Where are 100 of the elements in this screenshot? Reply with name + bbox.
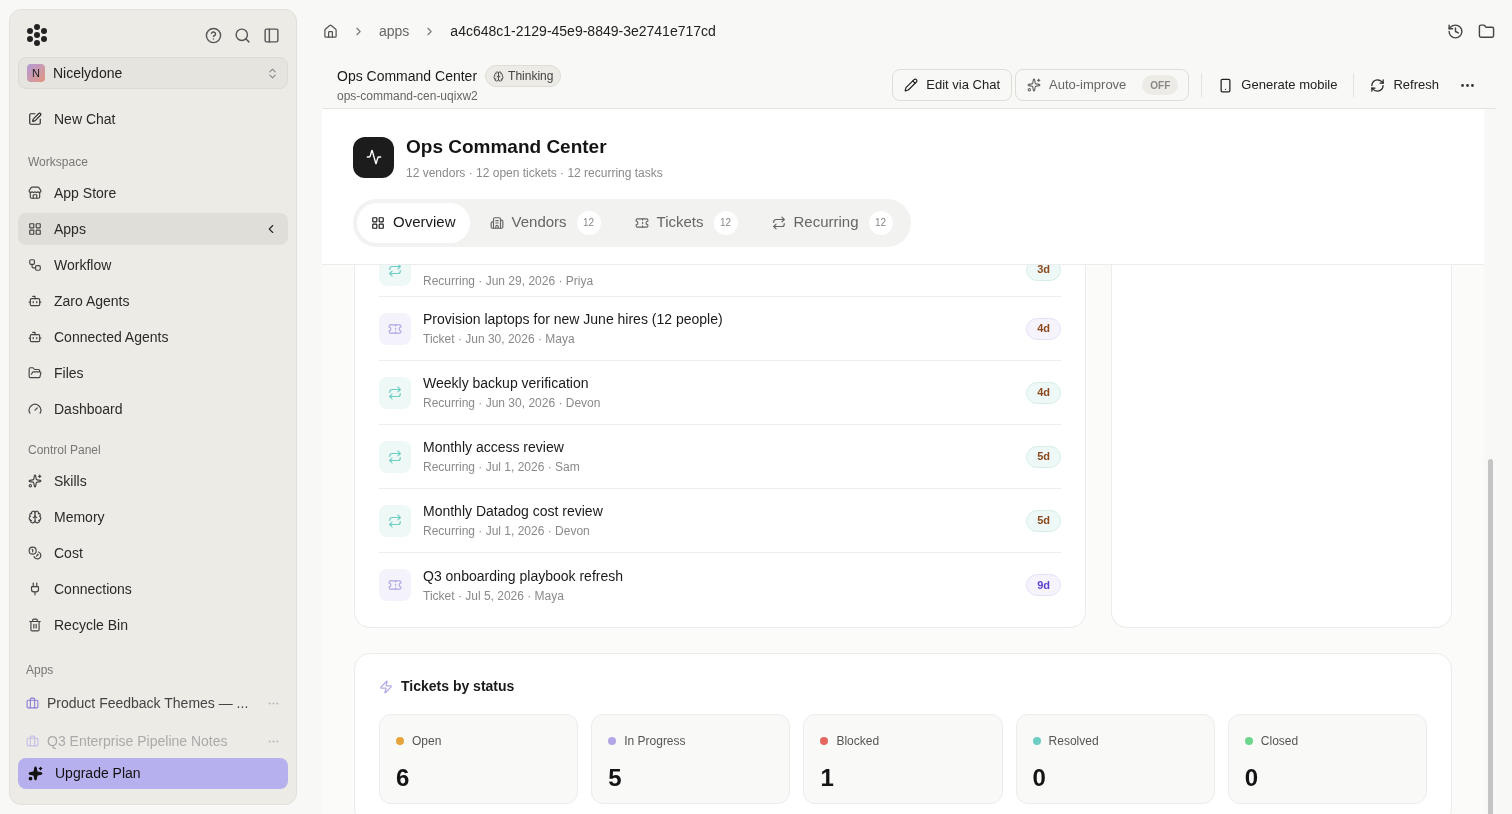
workflow-icon [28,258,42,272]
task-title: Monthly Datadog cost review [423,502,604,521]
store-icon [28,186,42,200]
coins-icon [28,546,42,560]
section-heading: Workspace [27,154,89,171]
tab-count: 12 [576,210,601,235]
bolt-icon [379,679,393,694]
history-icon[interactable] [1447,22,1464,40]
nav-item[interactable]: Cost [18,537,288,569]
section-heading: Apps [25,662,55,679]
thinking-badge: Thinking [485,65,562,87]
nav-item[interactable]: Connections [18,573,288,605]
sparkle-icon [28,766,43,781]
task-row[interactable]: Q3 onboarding playbook refresh Ticket · Jul 5, 2026 · Maya 9d [379,553,1061,617]
brain-icon [28,510,42,524]
section-title: Tickets by status [401,677,515,696]
nav-item[interactable]: Recycle Bin [18,609,288,641]
tab[interactable]: Recurring 12 [757,202,907,243]
task-title: Provision laptops for new June hires (12 people) [423,310,724,329]
status-label: Open [412,733,442,750]
trash-icon [28,618,42,632]
compose-icon [28,112,42,126]
status-count: 5 [608,763,623,793]
generate-mobile-button[interactable]: Generate mobile [1214,69,1342,101]
workspace-switcher[interactable]: N Nicelydone [18,57,288,89]
nav-item[interactable]: Skills [18,465,288,497]
breadcrumb-item: a4c648c1-2129-45e9-8849-3e2741e717cd [450,21,716,41]
nav-item[interactable]: Workflow [18,249,288,281]
status-label: In Progress [624,733,686,750]
auto-improve-button[interactable]: Auto-improve OFF [1015,69,1190,101]
tab[interactable]: Vendors 12 [475,202,615,243]
search-icon[interactable] [234,26,251,44]
due-badge: 5d [1026,445,1061,468]
repeat-glyph [388,513,402,528]
status-count: 6 [396,763,411,793]
workspace-avatar: N [27,64,45,82]
task-meta: Ticket · Jun 30, 2026 · Maya [423,331,576,348]
app-title: Ops Command Center [337,66,478,86]
new-chat-item[interactable]: New Chat [18,101,288,137]
robot-icon [28,294,42,308]
breadcrumb-item[interactable]: apps [379,20,410,42]
task-row[interactable]: Weekly backup verification Recurring · Jun 30, 2026 · Devon 4d [379,361,1061,425]
repeat-glyph [388,265,402,277]
due-badge: 4d [1026,381,1061,404]
logo-icon [26,24,48,46]
task-meta: Ticket · Jul 5, 2026 · Maya [423,587,565,605]
briefcase-icon [26,696,39,710]
toggle-state: OFF [1142,75,1179,95]
status-count: 0 [1032,763,1047,793]
briefcase-icon [26,734,39,748]
edit-via-chat-button[interactable]: Edit via Chat [892,69,1013,101]
task-title: Monthly access review [423,438,565,457]
task-title: Weekly backup verification [423,374,590,393]
status-count: 1 [820,763,835,793]
tab[interactable]: Overview [357,202,470,243]
pencil-icon [904,78,919,92]
status-label: Closed [1260,733,1299,750]
phone-icon [1218,77,1234,93]
tab[interactable]: Tickets 12 [620,202,752,243]
nav-item[interactable]: Dashboard [18,393,288,425]
ticket-glyph [388,321,402,336]
sparkles-icon [28,474,42,488]
tab-count: 12 [713,210,738,235]
app-item[interactable]: Product Feedback Themes — ... [18,687,288,719]
nav-item[interactable]: Zaro Agents [18,285,288,317]
brain-icon [493,70,505,82]
status-count: 0 [1244,763,1260,793]
nav-item[interactable]: App Store [18,177,288,209]
nav-item[interactable]: Connected Agents [18,321,288,353]
task-row[interactable]: Monthly access review Recurring · Jul 1, 2026 · Sam 5d [379,425,1061,489]
task-row[interactable]: Provision laptops for new June hires (12 people) Ticket · Jun 30, 2026 · Maya 4d [379,297,1061,361]
chevron-icon [266,66,279,80]
due-badge: 3d [1026,265,1061,281]
nav-item[interactable]: Apps [18,213,288,245]
gauge-icon [28,402,42,416]
ticket-glyph [388,578,402,592]
refresh-button[interactable]: Refresh [1366,69,1443,101]
sidebar-toggle-icon[interactable] [263,26,280,44]
help-icon[interactable] [205,26,222,44]
status-label: Blocked [836,733,880,750]
scrollbar-thumb[interactable] [1487,459,1493,814]
task-meta: Recurring · Jun 30, 2026 · Devon [423,395,602,412]
task-meta: Recurring · Jun 29, 2026 · Priya [423,272,595,290]
app-slug: ops-command-cen-uqixw2 [337,88,479,105]
sparkles-icon [1027,78,1042,92]
task-row[interactable]: Monthly Datadog cost review Recurring · Jul 1, 2026 · Devon 5d [379,489,1061,553]
home-icon[interactable] [323,23,338,39]
plug-icon [28,582,42,596]
upgrade-button[interactable]: Upgrade Plan [18,758,288,789]
due-badge: 5d [1026,509,1061,532]
folder-icon[interactable] [1478,22,1495,40]
pulse-glyph [365,149,382,166]
robot-icon [28,330,42,344]
task-meta: Recurring · Jul 1, 2026 · Sam [423,459,581,476]
repeat-glyph [388,385,402,400]
task-row[interactable]: Recurring · Jun 29, 2026 · Priya 3d [379,265,1061,297]
task-title: Q3 onboarding playbook refresh [423,566,625,586]
nav-item[interactable]: Memory [18,501,288,533]
status-label: Resolved [1048,733,1099,750]
nav-item[interactable]: Files [18,357,288,389]
